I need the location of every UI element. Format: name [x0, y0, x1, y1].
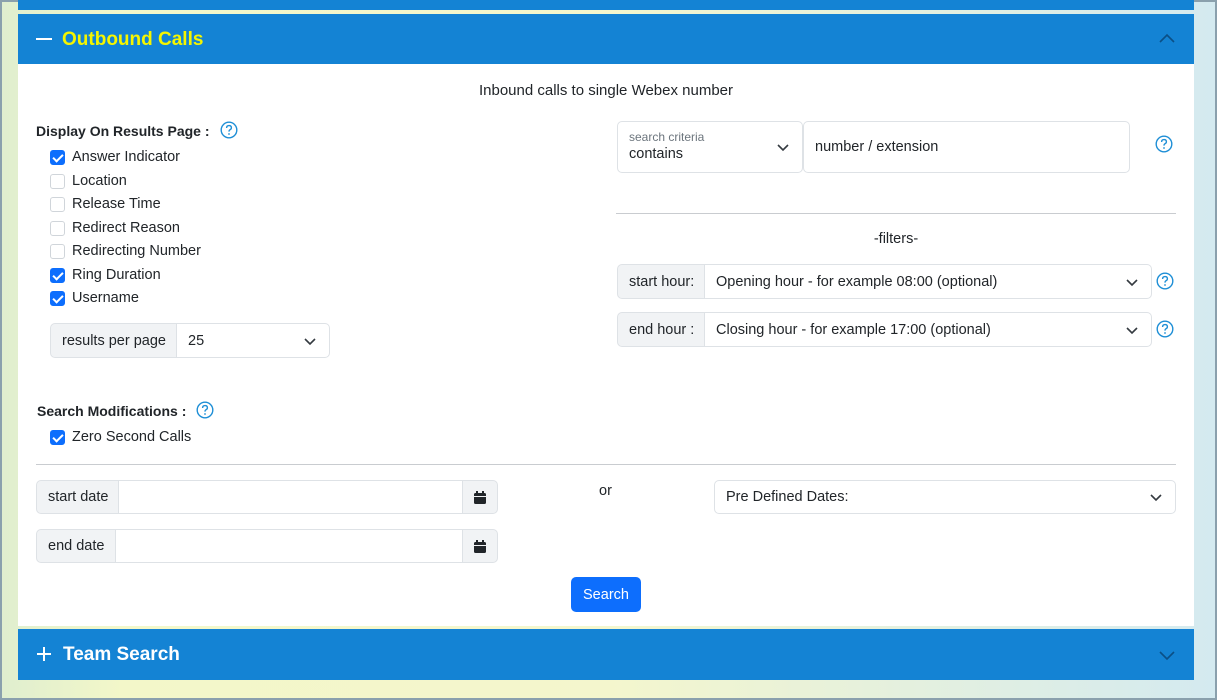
option-ring-duration[interactable]: Ring Duration: [50, 265, 161, 285]
chevron-down-icon: [1150, 494, 1162, 502]
results-per-page-label: results per page: [50, 323, 177, 358]
option-release-time[interactable]: Release Time: [50, 194, 161, 214]
option-zero-second-calls[interactable]: Zero Second Calls: [50, 427, 191, 447]
end-hour-select[interactable]: Closing hour - for example 17:00 (option…: [704, 312, 1152, 347]
team-search-header[interactable]: Team Search: [18, 629, 1194, 680]
start-date-input[interactable]: [118, 480, 463, 514]
option-label: Answer Indicator: [72, 149, 180, 165]
checkbox[interactable]: [50, 220, 65, 236]
or-label: or: [599, 483, 612, 499]
option-answer-indicator[interactable]: Answer Indicator: [50, 147, 180, 167]
calendar-icon: [474, 539, 486, 553]
option-label: Ring Duration: [72, 267, 161, 283]
checkbox[interactable]: [50, 267, 65, 283]
start-date-calendar-button[interactable]: [462, 480, 498, 514]
help-icon[interactable]: [1156, 272, 1174, 290]
option-label: Zero Second Calls: [72, 429, 192, 445]
end-date-input[interactable]: [115, 529, 463, 563]
outbound-calls-panel: Outbound Calls Inbound calls to single W…: [18, 14, 1194, 626]
option-location[interactable]: Location: [50, 171, 127, 191]
outbound-calls-header[interactable]: Outbound Calls: [18, 14, 1194, 64]
option-redirect-reason[interactable]: Redirect Reason: [50, 218, 180, 238]
start-date-label: start date: [36, 480, 119, 514]
results-per-page-select[interactable]: 25: [176, 323, 330, 358]
option-label: Release Time: [72, 196, 161, 212]
checkbox[interactable]: [50, 149, 65, 165]
help-icon[interactable]: [1156, 320, 1174, 338]
panel-subtitle: Inbound calls to single Webex number: [478, 82, 734, 99]
divider: [36, 464, 1176, 465]
end-date-label: end date: [36, 529, 116, 563]
checkbox[interactable]: [50, 243, 65, 259]
chevron-up-icon[interactable]: [1158, 30, 1176, 48]
help-icon[interactable]: [220, 121, 238, 139]
option-label: Redirect Reason: [72, 220, 180, 236]
expand-plus-icon[interactable]: [36, 646, 52, 662]
display-section-label: Display On Results Page :: [36, 123, 210, 139]
filters-label: -filters-: [873, 231, 919, 247]
number-extension-value: number / extension: [815, 139, 939, 155]
chevron-down-icon: [777, 144, 789, 152]
end-hour-label: end hour :: [617, 312, 705, 347]
option-redirecting-number[interactable]: Redirecting Number: [50, 241, 201, 261]
collapse-minus-icon[interactable]: [36, 38, 52, 40]
search-criteria-select[interactable]: search criteria contains: [617, 121, 803, 173]
option-label: Location: [72, 173, 127, 189]
search-button[interactable]: Search: [571, 577, 641, 612]
predefined-dates-select[interactable]: Pre Defined Dates:: [714, 480, 1176, 514]
chevron-down-icon[interactable]: [1158, 646, 1176, 664]
option-username[interactable]: Username: [50, 288, 139, 308]
chevron-down-icon: [1126, 278, 1138, 286]
checkbox[interactable]: [50, 196, 65, 212]
chevron-down-icon: [304, 337, 316, 345]
option-label: Redirecting Number: [72, 243, 201, 259]
help-icon[interactable]: [196, 401, 214, 419]
team-search-title: Team Search: [63, 644, 180, 665]
option-label: Username: [72, 290, 139, 306]
modifications-section-label: Search Modifications :: [37, 403, 187, 419]
divider: [616, 213, 1176, 214]
checkbox[interactable]: [50, 429, 65, 445]
checkbox[interactable]: [50, 290, 65, 306]
chevron-down-icon: [1126, 326, 1138, 334]
results-per-page-value: 25: [188, 332, 205, 349]
start-hour-label: start hour:: [617, 264, 705, 299]
number-extension-input[interactable]: number / extension: [803, 121, 1130, 173]
predefined-dates-value: Pre Defined Dates:: [726, 489, 849, 505]
end-hour-value: Closing hour - for example 17:00 (option…: [716, 321, 991, 338]
start-hour-select[interactable]: Opening hour - for example 08:00 (option…: [704, 264, 1152, 299]
start-hour-value: Opening hour - for example 08:00 (option…: [716, 273, 998, 290]
checkbox[interactable]: [50, 173, 65, 189]
calendar-icon: [474, 490, 486, 504]
outbound-calls-title: Outbound Calls: [62, 29, 204, 50]
previous-panel-edge: [18, 0, 1194, 10]
help-icon[interactable]: [1155, 135, 1173, 153]
end-date-calendar-button[interactable]: [462, 529, 498, 563]
